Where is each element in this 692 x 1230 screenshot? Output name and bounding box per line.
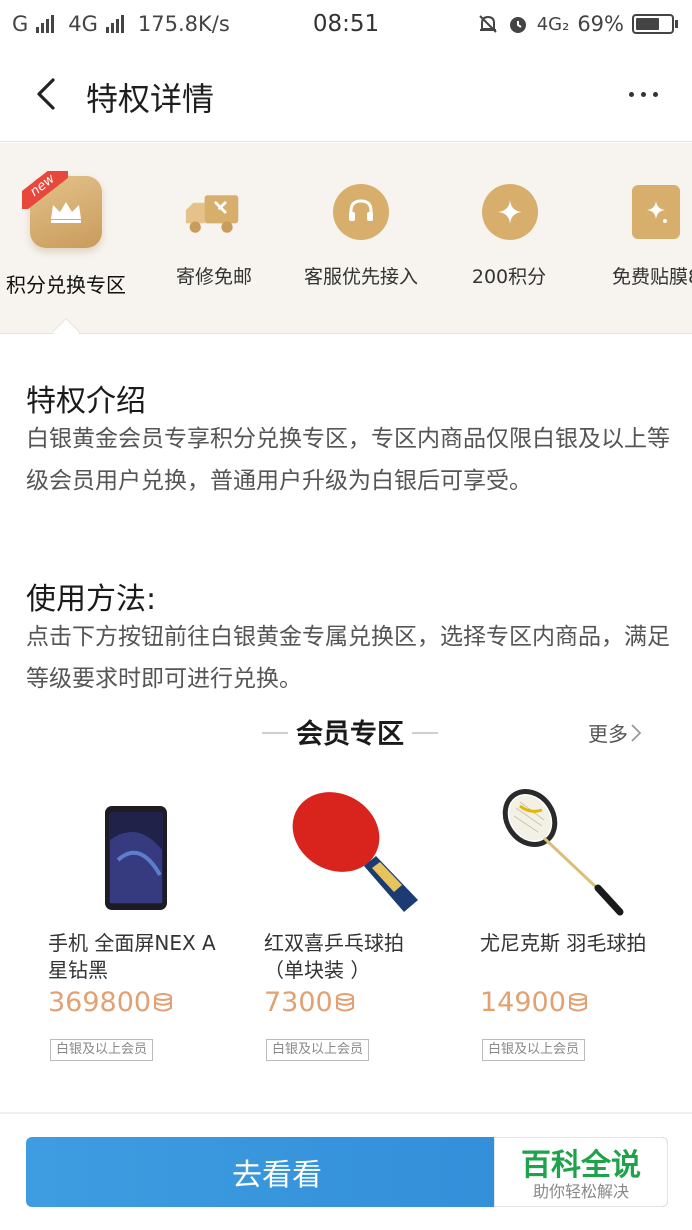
member-zone-header: 会员专区 更多: [0, 712, 692, 752]
status-left: G 4G 175.8K/s: [12, 12, 230, 36]
film-card-icon: [632, 185, 680, 239]
coin-stack-icon: [335, 992, 354, 1011]
coin-stack-icon: [568, 992, 587, 1011]
product-image-phone: [48, 780, 248, 920]
watermark-logo: 百科全说 助你轻松解决: [494, 1137, 668, 1207]
coin-stack-icon: [154, 992, 173, 1011]
page-title: 特权详情: [86, 80, 215, 118]
member-level-tag: 白银及以上会员: [482, 1039, 586, 1061]
product-price: 14900: [480, 987, 587, 1018]
product-price: 369800: [48, 987, 173, 1018]
alarm-clock-icon: [507, 13, 529, 35]
divider: [0, 1112, 692, 1114]
signal-1-icon: [36, 15, 55, 33]
chevron-right-icon: [631, 723, 642, 742]
more-dots-icon: [628, 91, 634, 97]
product-image-racket: [480, 780, 680, 920]
signal-2-icon: [105, 15, 124, 33]
status-right: 4G₂ 69%: [477, 12, 678, 36]
intro-body: 白银黄金会员专享积分兑换专区，专区内商品仅限白银及以上等级会员用户兑换，普通用户…: [26, 426, 670, 494]
carrier-1-label: G: [12, 12, 29, 36]
tab-200-points[interactable]: 200积分: [460, 143, 560, 333]
product-image-paddle: [264, 780, 464, 920]
nav-bar: 特权详情: [0, 48, 692, 142]
member-level-tag: 白银及以上会员: [50, 1039, 154, 1061]
product-name: 尤尼克斯 羽毛球拍: [480, 931, 647, 955]
status-bar: G 4G 175.8K/s 08:51 4G₂ 69%: [0, 0, 692, 48]
back-button[interactable]: [24, 72, 68, 116]
network-type: 4G₂: [536, 13, 570, 35]
mute-bell-icon: [477, 13, 499, 35]
tab-free-screen-film[interactable]: 免费贴膜8: [596, 143, 692, 333]
battery-percent: 69%: [577, 12, 624, 36]
tab-free-repair-shipping[interactable]: 寄修免邮: [160, 143, 270, 333]
member-level-tag: 白银及以上会员: [266, 1039, 370, 1061]
usage-body: 点击下方按钮前往白银黄金专属兑换区，选择专区内商品，满足等级要求时即可进行兑换。: [26, 624, 670, 692]
product-name: 手机 全面屏NEX A 星钻黑: [48, 931, 216, 982]
more-link[interactable]: 更多: [588, 718, 642, 747]
chevron-left-icon: [37, 78, 55, 110]
tab-label: 客服优先接入: [303, 266, 419, 288]
star-spark-icon: [482, 184, 538, 240]
network-speed: 175.8K/s: [137, 12, 230, 36]
tab-label: 寄修免邮: [175, 266, 253, 288]
more-label: 更多: [588, 722, 628, 746]
more-button[interactable]: [618, 74, 668, 114]
watermark-subtitle: 助你轻松解决: [532, 1182, 629, 1201]
divider: [412, 732, 438, 734]
carrier-2-label: 4G: [68, 12, 98, 36]
intro-title: 特权介绍: [26, 384, 146, 419]
product-price: 7300: [264, 987, 354, 1018]
tab-label: 免费贴膜8: [611, 266, 692, 288]
tab-priority-service[interactable]: 客服优先接入: [300, 143, 420, 333]
tab-label: 200积分: [471, 266, 547, 288]
headset-icon: [333, 184, 389, 240]
privilege-tabs: new 积分兑换专区 寄修免邮 客服优先接入 200积分 免费贴膜8: [0, 143, 692, 334]
battery-icon: [632, 14, 678, 34]
new-badge: new: [22, 171, 68, 209]
usage-title: 使用方法:: [26, 582, 157, 617]
product-name: 红双喜乒乓球拍（单块装 ）: [264, 931, 404, 982]
tab-points-exchange[interactable]: new 积分兑换专区: [0, 143, 140, 333]
tab-label: 积分兑换专区: [6, 273, 126, 297]
repair-truck-icon: [184, 185, 242, 243]
